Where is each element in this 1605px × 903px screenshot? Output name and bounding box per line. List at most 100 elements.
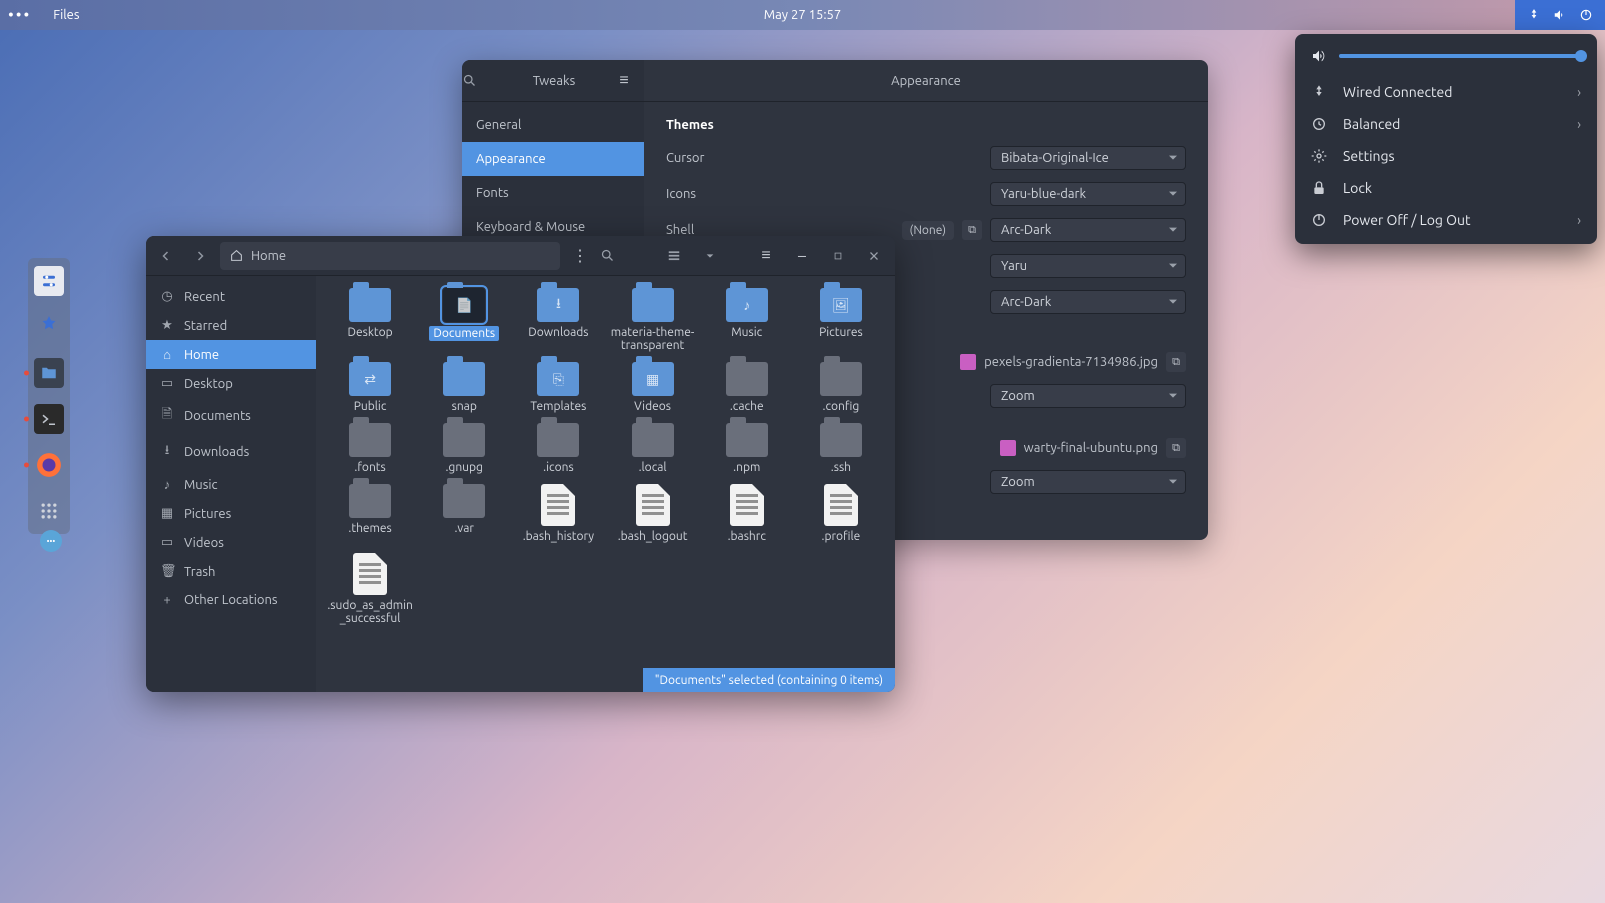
folder-item[interactable]: .var xyxy=(420,482,508,545)
tweaks-sidebar-item[interactable]: Appearance xyxy=(462,142,644,176)
files-search-button[interactable] xyxy=(600,248,634,263)
shell-select[interactable]: Arc-Dark xyxy=(990,218,1186,242)
file-item[interactable]: .profile xyxy=(797,482,885,545)
quick-settings-row[interactable]: Power Off / Log Out› xyxy=(1295,204,1597,236)
files-sidebar-item[interactable]: ♪Music xyxy=(146,470,316,499)
quick-settings-row[interactable]: Lock xyxy=(1295,172,1597,204)
file-item[interactable]: .sudo_as_admin_successful xyxy=(326,551,414,627)
dock-files[interactable] xyxy=(34,358,64,388)
image1-browse-button[interactable]: ⧉ xyxy=(1166,352,1186,372)
shell-none-badge: (None) xyxy=(902,221,954,240)
dock-firefox[interactable] xyxy=(34,450,64,480)
files-sidebar-item[interactable]: ▦Pictures xyxy=(146,499,316,528)
folder-item[interactable]: ♪Music xyxy=(703,286,791,354)
activities-button[interactable]: ••• xyxy=(8,6,31,24)
folder-icon xyxy=(632,423,674,457)
minimize-button[interactable]: – xyxy=(787,242,817,270)
shell-copy-button[interactable]: ⧉ xyxy=(962,220,982,240)
files-header: Home ⋮ ≡ – xyxy=(146,236,895,276)
files-sidebar-item[interactable]: 🗎Documents xyxy=(146,398,316,434)
home-icon xyxy=(230,249,243,262)
dock-overflow-button[interactable]: ••• xyxy=(40,530,62,552)
folder-item[interactable]: ⭳Downloads xyxy=(514,286,602,354)
path-menu-button[interactable]: ⋮ xyxy=(566,246,594,265)
gtk-select[interactable]: Arc-Dark xyxy=(990,290,1186,314)
folder-icon: 🖼 xyxy=(820,288,862,322)
sidebar-item-label: Home xyxy=(184,348,219,362)
image1-adjust-select[interactable]: Zoom xyxy=(990,384,1186,408)
files-sidebar-item[interactable]: ⌂Home xyxy=(146,340,316,369)
file-icon xyxy=(541,484,575,526)
view-list-button[interactable] xyxy=(659,242,689,270)
folder-item[interactable]: ⇄Public xyxy=(326,360,414,415)
item-label: snap xyxy=(452,400,477,413)
dock-terminal[interactable] xyxy=(34,404,64,434)
folder-item[interactable]: .local xyxy=(608,421,696,476)
quick-settings-row[interactable]: Wired Connected› xyxy=(1295,76,1597,108)
folder-item[interactable]: .cache xyxy=(703,360,791,415)
folder-item[interactable]: ▦Videos xyxy=(608,360,696,415)
tweaks-menu-button[interactable]: ≡ xyxy=(604,71,644,90)
quick-settings-row[interactable]: Settings xyxy=(1295,140,1597,172)
folder-icon xyxy=(632,288,674,322)
legacy-select[interactable]: Yaru xyxy=(990,254,1186,278)
hamburger-button[interactable]: ≡ xyxy=(751,242,781,270)
nav-forward-button[interactable] xyxy=(186,242,214,270)
dock-settings[interactable] xyxy=(34,266,64,296)
folder-item[interactable]: .npm xyxy=(703,421,791,476)
qs-row-label: Power Off / Log Out xyxy=(1343,212,1471,228)
cursor-label: Cursor xyxy=(666,151,704,165)
tweaks-sidebar-item[interactable]: Fonts xyxy=(462,176,644,210)
files-sidebar-item[interactable]: +Other Locations xyxy=(146,586,316,614)
folder-item[interactable]: .gnupg xyxy=(420,421,508,476)
file-item[interactable]: .bash_logout xyxy=(608,482,696,545)
quick-settings-row[interactable]: Balanced› xyxy=(1295,108,1597,140)
files-sidebar-item[interactable]: ▭Videos xyxy=(146,528,316,557)
item-label: Downloads xyxy=(528,326,588,339)
files-sidebar-item[interactable]: ▭Desktop xyxy=(146,369,316,398)
folder-item[interactable]: .themes xyxy=(326,482,414,545)
icons-select[interactable]: Yaru-blue-dark xyxy=(990,182,1186,206)
folder-item[interactable]: materia-theme-transparent xyxy=(608,286,696,354)
view-dropdown-button[interactable] xyxy=(695,242,725,270)
item-label: .bash_logout xyxy=(618,530,688,543)
file-item[interactable]: .bashrc xyxy=(703,482,791,545)
downloads-icon: ⭳ xyxy=(160,441,174,463)
dock-app-grid[interactable] xyxy=(34,496,64,526)
files-sidebar-item[interactable]: ⭳Downloads xyxy=(146,434,316,470)
path-bar[interactable]: Home xyxy=(220,242,560,270)
folder-item[interactable]: .fonts xyxy=(326,421,414,476)
files-sidebar-item[interactable]: ★Starred xyxy=(146,311,316,340)
folder-item[interactable]: ⎘Templates xyxy=(514,360,602,415)
files-sidebar-item[interactable]: 🗑Trash xyxy=(146,557,316,586)
folder-item[interactable]: .config xyxy=(797,360,885,415)
nav-back-button[interactable] xyxy=(152,242,180,270)
app-name[interactable]: Files xyxy=(53,8,79,22)
system-tray[interactable] xyxy=(1515,0,1605,30)
folder-icon: ⎘ xyxy=(537,362,579,396)
folder-item[interactable]: 🖼 Pictures xyxy=(797,286,885,354)
cursor-select[interactable]: Bibata-Original-Ice xyxy=(990,146,1186,170)
folder-icon: ⇄ xyxy=(349,362,391,396)
icons-label: Icons xyxy=(666,187,696,201)
clock[interactable]: May 27 15:57 xyxy=(764,8,841,22)
folder-item[interactable]: snap xyxy=(420,360,508,415)
maximize-button[interactable] xyxy=(823,242,853,270)
folder-item[interactable]: .icons xyxy=(514,421,602,476)
folder-item[interactable]: Desktop xyxy=(326,286,414,354)
item-label: .bashrc xyxy=(728,530,766,543)
item-label: Pictures xyxy=(819,326,863,339)
tweaks-sidebar-item[interactable]: General xyxy=(462,108,644,142)
file-item[interactable]: .bash_history xyxy=(514,482,602,545)
image2-adjust-select[interactable]: Zoom xyxy=(990,470,1186,494)
themes-heading: Themes xyxy=(666,118,1186,132)
image2-browse-button[interactable]: ⧉ xyxy=(1166,438,1186,458)
sidebar-item-label: Documents xyxy=(184,409,251,423)
folder-item[interactable]: .ssh xyxy=(797,421,885,476)
dock-tweaks[interactable] xyxy=(34,312,64,342)
folder-item[interactable]: 📄Documents xyxy=(420,286,508,354)
tweaks-search-button[interactable] xyxy=(462,73,504,88)
close-button[interactable] xyxy=(859,242,889,270)
files-sidebar-item[interactable]: ◷Recent xyxy=(146,282,316,311)
volume-slider[interactable] xyxy=(1339,54,1581,58)
